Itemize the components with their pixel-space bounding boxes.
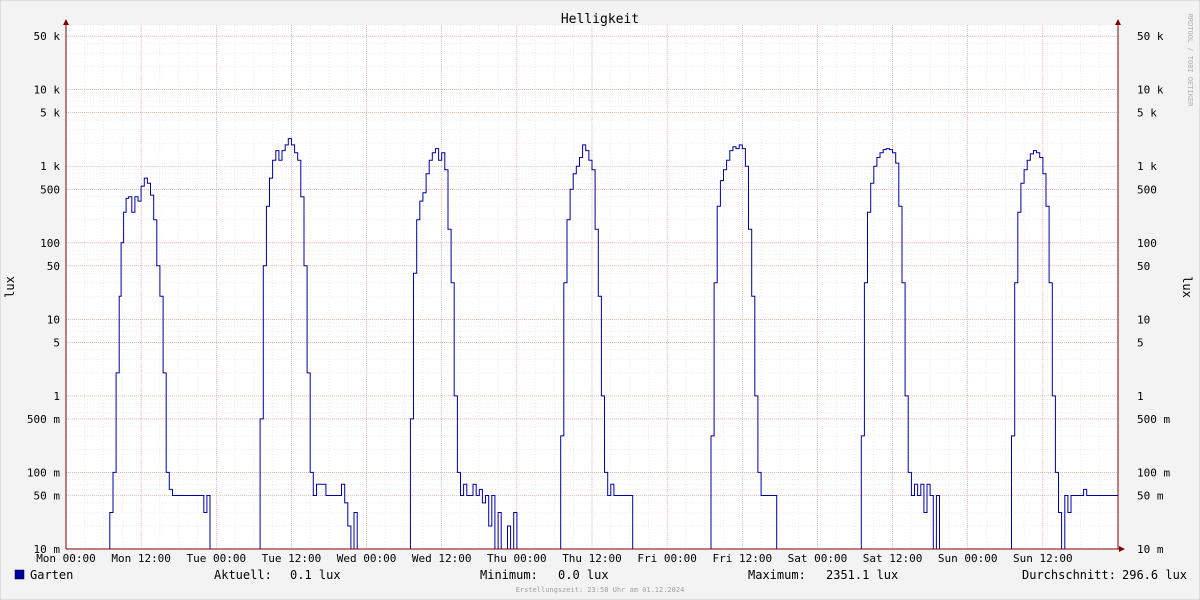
y-tick-label-right: 500 m	[1137, 413, 1170, 426]
y-tick-label: 500 m	[27, 413, 60, 426]
y-tick-label: 100	[40, 237, 60, 250]
legend-series-label: Garten	[30, 568, 73, 582]
x-tick-label: Tue 00:00	[186, 552, 246, 565]
y-tick-label: 50 k	[34, 30, 61, 43]
y-tick-label: 10	[47, 313, 60, 326]
y-axis-label-right: lux	[1180, 276, 1194, 298]
y-tick-label: 10 k	[34, 84, 61, 97]
x-tick-label: Wed 00:00	[337, 552, 397, 565]
stat-maximum-label: Maximum:	[748, 568, 806, 582]
y-tick-label: 5	[53, 336, 60, 349]
x-tick-label: Sun 12:00	[1013, 552, 1073, 565]
y-tick-label-right: 5	[1137, 336, 1144, 349]
chart-canvas: 10 m 50 m 100 m 500 m 1 5 10 50 100 500 1 k 5 k 10 k…	[0, 0, 1200, 600]
x-tick-label: Sat 00:00	[788, 552, 848, 565]
x-tick-label: Mon 00:00	[36, 552, 96, 565]
x-tick-label: Wed 12:00	[412, 552, 472, 565]
y-tick-label: 50 m	[34, 489, 61, 502]
chart-title: Helligkeit	[561, 12, 639, 27]
y-tick-label-right: 50 k	[1137, 30, 1164, 43]
stat-maximum-value: 2351.1 lux	[826, 568, 898, 582]
y-tick-label-right: 10 m	[1137, 543, 1164, 556]
y-tick-label-right: 50	[1137, 260, 1150, 273]
x-tick-label: Fri 12:00	[712, 552, 772, 565]
y-tick-label-right: 10	[1137, 313, 1150, 326]
y-tick-label-right: 1 k	[1137, 160, 1157, 173]
y-tick-label-right: 100 m	[1137, 466, 1170, 479]
y-tick-label-right: 500	[1137, 183, 1157, 196]
stat-current-value: 0.1 lux	[290, 568, 341, 582]
y-tick-label: 100 m	[27, 466, 60, 479]
x-tick-label: Mon 12:00	[111, 552, 171, 565]
x-tick-label: Sat 12:00	[863, 552, 923, 565]
y-tick-label-right: 5 k	[1137, 107, 1157, 120]
y-tick-label: 5 k	[40, 107, 60, 120]
y-tick-label-right: 1	[1137, 390, 1144, 403]
y-tick-label: 1 k	[40, 160, 60, 173]
y-tick-label-right: 100	[1137, 237, 1157, 250]
stat-average-label: Durchschnitt:	[1022, 568, 1116, 582]
stat-minimum-label: Minimum:	[480, 568, 538, 582]
x-tick-label: Thu 00:00	[487, 552, 547, 565]
x-tick-label: Thu 12:00	[562, 552, 622, 565]
y-tick-label: 500	[40, 183, 60, 196]
stat-average-value: 296.6 lux	[1122, 568, 1187, 582]
x-tick-label: Tue 12:00	[262, 552, 322, 565]
legend-swatch	[14, 569, 25, 580]
footer-timestamp: Erstellungszeit: 23:58 Uhr am 01.12.2024	[516, 586, 685, 594]
x-tick-label: Sun 00:00	[938, 552, 998, 565]
x-tick-label: Fri 00:00	[637, 552, 697, 565]
y-axis-label-left: lux	[3, 276, 17, 298]
y-tick-label-right: 10 k	[1137, 84, 1164, 97]
y-tick-label: 1	[53, 390, 60, 403]
y-tick-label: 50	[47, 260, 60, 273]
stat-current-label: Aktuell:	[214, 568, 272, 582]
stat-minimum-value: 0.0 lux	[558, 568, 609, 582]
y-tick-label-right: 50 m	[1137, 489, 1164, 502]
watermark: RRDTOOL / TOBI OETIKER	[1186, 14, 1194, 108]
